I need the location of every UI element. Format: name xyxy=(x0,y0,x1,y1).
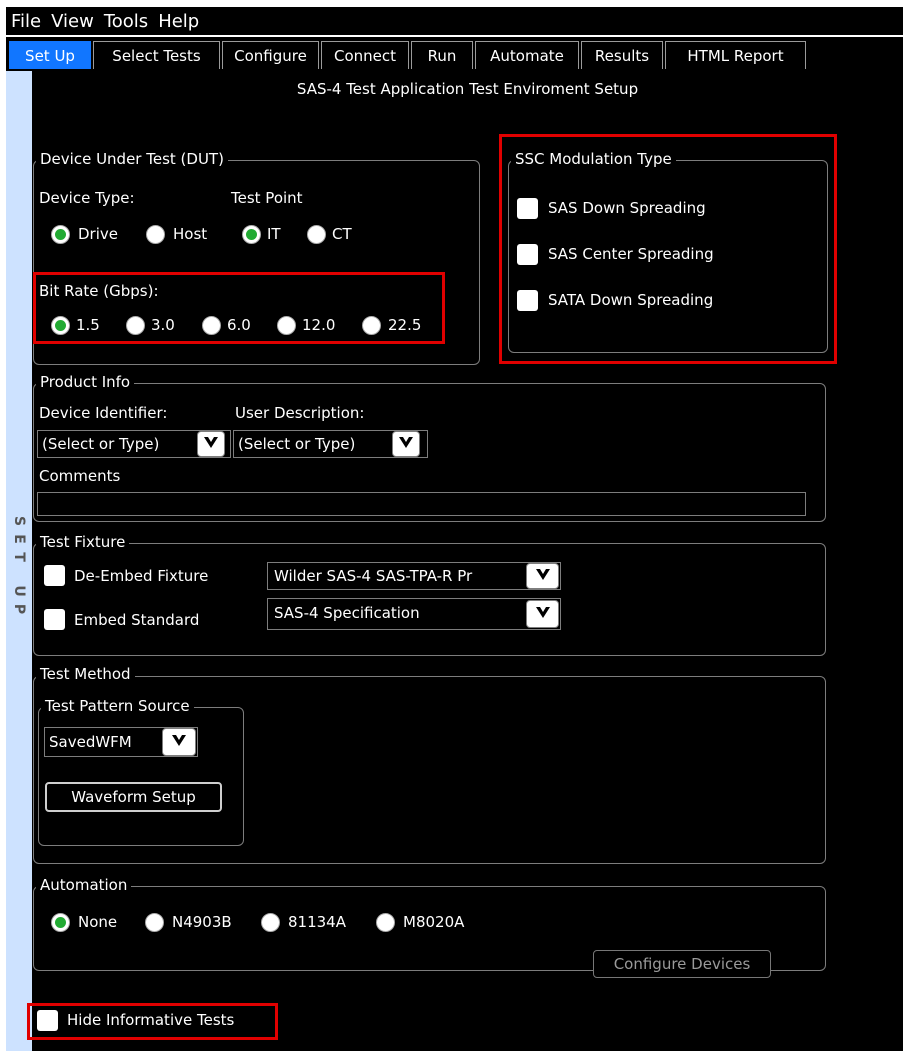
device-identifier-dropdown[interactable] xyxy=(197,431,225,457)
user-description-dropdown[interactable] xyxy=(392,431,420,457)
device-type-host-radio[interactable] xyxy=(146,225,165,244)
de-embed-fixture-label: De-Embed Fixture xyxy=(74,567,209,585)
de-embed-fixture-select[interactable]: Wilder SAS-4 SAS-TPA-R Pr xyxy=(267,562,561,590)
page-title: SAS-4 Test Application Test Enviroment S… xyxy=(296,80,639,98)
embed-standard-checkbox[interactable] xyxy=(44,609,65,630)
test-method-legend: Test Method xyxy=(36,665,135,683)
vertical-tab-rail: S E T U P xyxy=(6,71,32,1051)
product-info-legend: Product Info xyxy=(36,373,135,391)
test-fixture-legend: Test Fixture xyxy=(36,533,130,551)
automation-n4903b-radio[interactable] xyxy=(145,913,164,932)
test-pattern-source-dropdown[interactable] xyxy=(162,728,196,756)
test-pattern-source-legend: Test Pattern Source xyxy=(41,697,194,715)
device-type-label: Device Type: xyxy=(39,189,135,207)
tab-strip: Set Up Select Tests Configure Connect Ru… xyxy=(6,37,903,71)
comments-input[interactable] xyxy=(37,492,806,516)
automation-n4903b-label: N4903B xyxy=(172,913,232,931)
de-embed-fixture-checkbox[interactable] xyxy=(44,565,65,586)
chevron-down-icon xyxy=(535,605,551,624)
automation-81134a-radio[interactable] xyxy=(261,913,280,932)
chevron-down-icon xyxy=(535,567,551,586)
tab-select-tests[interactable]: Select Tests xyxy=(93,41,220,69)
chevron-down-icon xyxy=(398,435,414,454)
rail-letter: T xyxy=(11,552,27,562)
menu-tools[interactable]: Tools xyxy=(99,11,153,32)
device-identifier-label: Device Identifier: xyxy=(39,404,168,422)
chevron-down-icon xyxy=(203,435,219,454)
tab-automate[interactable]: Automate xyxy=(475,41,579,69)
embed-standard-dropdown[interactable] xyxy=(526,600,559,628)
automation-legend: Automation xyxy=(36,876,132,894)
menu-file[interactable]: File xyxy=(6,11,46,32)
embed-standard-select[interactable]: SAS-4 Specification xyxy=(267,598,561,630)
user-description-label: User Description: xyxy=(235,404,365,422)
tab-html-report[interactable]: HTML Report xyxy=(665,41,806,69)
dut-legend: Device Under Test (DUT) xyxy=(36,150,228,168)
bit-rate-highlight xyxy=(33,272,445,344)
ssc-highlight xyxy=(499,134,837,364)
waveform-setup-button[interactable]: Waveform Setup xyxy=(45,782,222,812)
automation-81134a-label: 81134A xyxy=(288,913,346,931)
tab-run[interactable]: Run xyxy=(411,41,473,69)
automation-none-radio[interactable] xyxy=(51,913,70,932)
device-type-drive-label: Drive xyxy=(78,225,118,243)
de-embed-fixture-dropdown[interactable] xyxy=(526,563,559,589)
test-point-it-radio[interactable] xyxy=(242,225,261,244)
tab-set-up[interactable]: Set Up xyxy=(9,41,91,69)
automation-none-label: None xyxy=(78,913,118,931)
tab-connect[interactable]: Connect xyxy=(321,41,409,69)
test-point-ct-label: CT xyxy=(332,225,352,243)
tab-results[interactable]: Results xyxy=(581,41,663,69)
menu-help[interactable]: Help xyxy=(153,11,204,32)
test-point-it-label: IT xyxy=(267,225,281,243)
configure-devices-button[interactable]: Configure Devices xyxy=(593,950,771,978)
menu-view[interactable]: View xyxy=(46,11,99,32)
device-type-drive-radio[interactable] xyxy=(51,225,70,244)
automation-m8020a-radio[interactable] xyxy=(376,913,395,932)
menu-bar: File View Tools Help xyxy=(6,7,903,35)
hide-informative-highlight xyxy=(27,1003,278,1040)
test-point-label: Test Point xyxy=(231,189,303,207)
device-type-host-label: Host xyxy=(173,225,208,243)
tab-configure[interactable]: Configure xyxy=(222,41,319,69)
test-point-ct-radio[interactable] xyxy=(307,225,326,244)
embed-standard-label: Embed Standard xyxy=(74,611,200,629)
rail-letter: P xyxy=(11,603,27,615)
comments-label: Comments xyxy=(39,467,121,485)
chevron-down-icon xyxy=(171,733,187,752)
automation-m8020a-label: M8020A xyxy=(403,913,465,931)
